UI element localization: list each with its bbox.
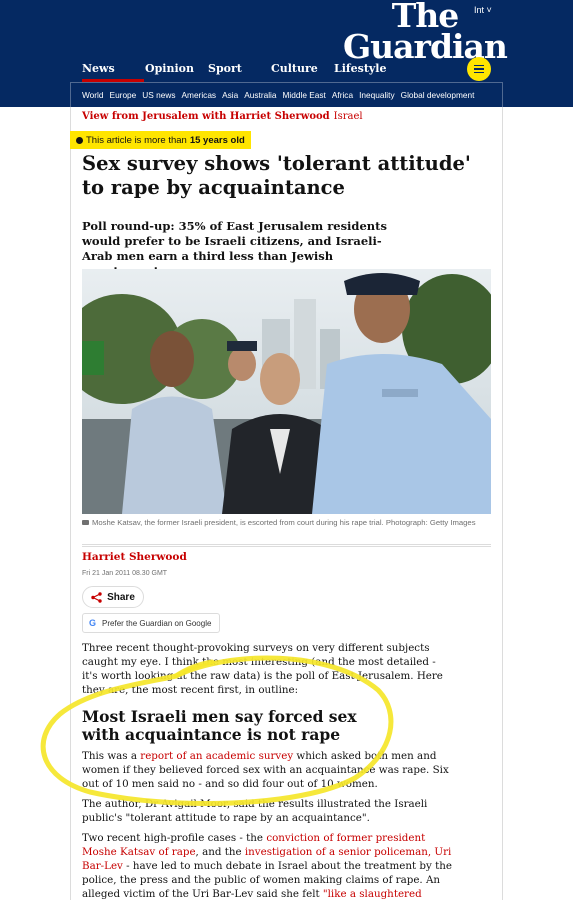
share-label: Share: [107, 591, 135, 603]
caption-text: Moshe Katsav, the former Israeli preside…: [92, 518, 476, 527]
subnav-africa[interactable]: Africa: [332, 90, 353, 100]
pillar-culture[interactable]: Culture: [271, 60, 334, 75]
byline[interactable]: Harriet Sherwood: [82, 551, 187, 563]
sub-navigation: World Europe US news Americas Asia Austr…: [70, 82, 503, 107]
series-link[interactable]: View from Jerusalem with Harriet Sherwoo…: [82, 111, 330, 122]
publication-date: Fri 21 Jan 2011 08.30 GMT: [82, 570, 168, 577]
photo-caption: Moshe Katsav, the former Israeli preside…: [82, 517, 482, 528]
paragraph-author: The author, Dr Avigail Moor, said the re…: [82, 798, 428, 824]
subnav-middle-east[interactable]: Middle East: [283, 90, 326, 100]
column-divider-right: [502, 107, 503, 900]
p2-text-a: This was a: [82, 750, 141, 762]
guardian-logo[interactable]: The Guardian: [343, 0, 508, 64]
pillar-lifestyle[interactable]: Lifestyle: [334, 60, 397, 75]
p4-text-a: Two recent high-profile cases - the: [82, 832, 267, 844]
paragraph-survey: This was a report of an academic survey …: [82, 749, 454, 791]
subnav-europe[interactable]: Europe: [110, 90, 137, 100]
subnav-inequality[interactable]: Inequality: [359, 90, 395, 100]
prefer-google-button[interactable]: G Prefer the Guardian on Google: [82, 613, 220, 633]
academic-survey-link[interactable]: report of an academic survey: [140, 750, 293, 762]
article-headline: Sex survey shows 'tolerant attitude' to …: [82, 152, 471, 199]
share-icon: [91, 591, 102, 603]
camera-icon: [82, 520, 89, 526]
masthead: Int ˅ The Guardian News Opinion Sport Cu…: [0, 0, 573, 107]
subnav-australia[interactable]: Australia: [244, 90, 276, 100]
age-warning-years: 15 years old: [189, 134, 245, 146]
column-divider-left: [70, 107, 71, 900]
subnav-americas[interactable]: Americas: [182, 90, 217, 100]
pillar-nav: News Opinion Sport Culture Lifestyle: [82, 60, 397, 82]
article-photo[interactable]: [82, 269, 491, 514]
google-icon: G: [89, 618, 97, 628]
pillar-sport[interactable]: Sport: [208, 60, 271, 75]
tag-link[interactable]: Israel: [334, 111, 363, 122]
subnav-asia[interactable]: Asia: [222, 90, 238, 100]
subnav-global-development[interactable]: Global development: [401, 90, 475, 100]
meta-divider: [82, 544, 491, 547]
series-kicker: View from Jerusalem with Harriet Sherwoo…: [82, 111, 363, 122]
paragraph-cases: Two recent high-profile cases - the conv…: [82, 831, 454, 900]
prefer-google-label: Prefer the Guardian on Google: [102, 618, 212, 628]
paragraph-intro: Three recent thought-provoking surveys o…: [82, 642, 443, 696]
subnav-us-news[interactable]: US news: [142, 90, 175, 100]
p4-text-b: , and the: [195, 846, 245, 858]
clock-icon: [76, 136, 83, 144]
pillar-news[interactable]: News: [82, 60, 145, 82]
pillar-opinion[interactable]: Opinion: [145, 60, 208, 75]
subnav-world[interactable]: World: [82, 90, 104, 100]
share-button[interactable]: Share: [82, 586, 144, 608]
age-warning-text: This article is more than: [86, 134, 187, 146]
age-warning: This article is more than 15 years old: [70, 131, 251, 149]
photo-illustration: [82, 269, 491, 514]
menu-icon[interactable]: [467, 57, 491, 81]
section-subheading: Most Israeli men say forced sex with acq…: [82, 707, 357, 744]
